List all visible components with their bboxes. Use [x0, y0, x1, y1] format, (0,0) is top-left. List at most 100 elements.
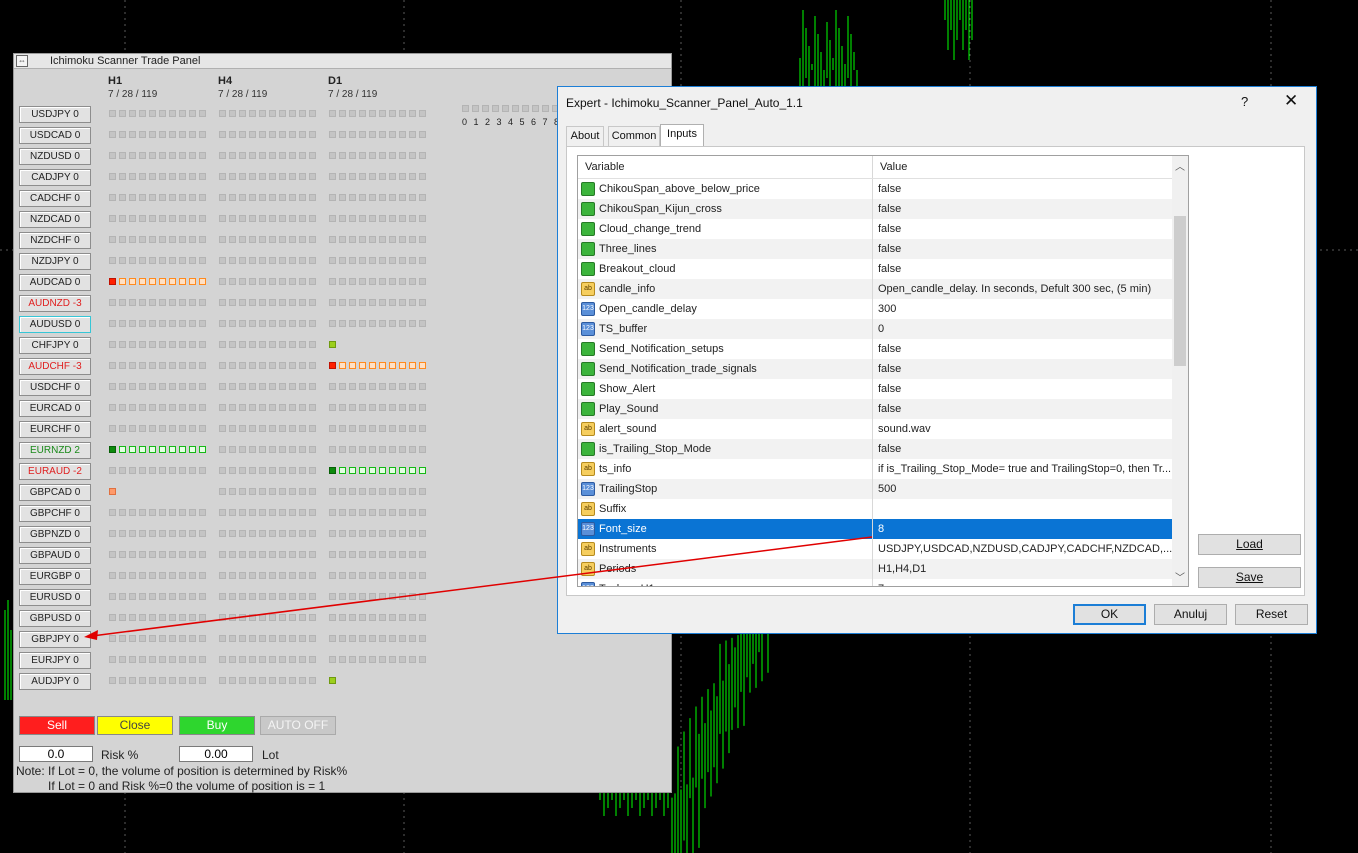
- signal-cell: [109, 299, 116, 306]
- pair-button-audnzd[interactable]: AUDNZD -3: [19, 295, 91, 312]
- close-icon[interactable]: ✕: [1284, 91, 1298, 111]
- pair-button-usdchf[interactable]: USDCHF 0: [19, 379, 91, 396]
- tab-inputs[interactable]: Inputs: [660, 124, 704, 147]
- scroll-down-icon[interactable]: ﹀: [1175, 569, 1185, 584]
- pair-button-eurgbp[interactable]: EURGBP 0: [19, 568, 91, 585]
- pair-button-gbpnzd[interactable]: GBPNZD 0: [19, 526, 91, 543]
- pair-button-gbpchf[interactable]: GBPCHF 0: [19, 505, 91, 522]
- pair-button-eurcad[interactable]: EURCAD 0: [19, 400, 91, 417]
- reset-button[interactable]: Reset: [1235, 604, 1308, 625]
- cancel-button[interactable]: Anuluj: [1154, 604, 1227, 625]
- pair-button-eurjpy[interactable]: EURJPY 0: [19, 652, 91, 669]
- input-row-send-notification-setups[interactable]: Send_Notification_setups false: [578, 339, 1172, 359]
- input-row-show-alert[interactable]: Show_Alert false: [578, 379, 1172, 399]
- number-icon: 123: [581, 522, 595, 536]
- input-row-instruments[interactable]: ab Instruments USDJPY,USDCAD,NZDUSD,CADJPY…: [578, 539, 1172, 559]
- variable-value[interactable]: 7: [878, 583, 884, 586]
- risk-input[interactable]: 0.0: [19, 746, 93, 762]
- pair-button-cadchf[interactable]: CADCHF 0: [19, 190, 91, 207]
- pair-button-chfjpy[interactable]: CHFJPY 0: [19, 337, 91, 354]
- pair-button-cadjpy[interactable]: CADJPY 0: [19, 169, 91, 186]
- pair-button-eurnzd[interactable]: EURNZD 2: [19, 442, 91, 459]
- input-row-trailingstop[interactable]: 123 TrailingStop 500: [578, 479, 1172, 499]
- pair-button-usdjpy[interactable]: USDJPY 0: [19, 106, 91, 123]
- pair-button-audjpy[interactable]: AUDJPY 0: [19, 673, 91, 690]
- variable-value[interactable]: USDJPY,USDCAD,NZDUSD,CADJPY,CADCHF,NZDCA…: [878, 543, 1172, 555]
- close-button[interactable]: Close: [97, 716, 173, 735]
- variable-value[interactable]: sound.wav: [878, 423, 931, 435]
- input-row-breakout-cloud[interactable]: Breakout_cloud false: [578, 259, 1172, 279]
- pair-button-gbpaud[interactable]: GBPAUD 0: [19, 547, 91, 564]
- variable-value[interactable]: false: [878, 443, 901, 455]
- scrollbar-thumb[interactable]: [1174, 216, 1186, 366]
- input-row-periods[interactable]: ab Periods H1,H4,D1: [578, 559, 1172, 579]
- input-row-is-trailing-stop-mode[interactable]: is_Trailing_Stop_Mode false: [578, 439, 1172, 459]
- input-row-chikouspan-above-below-price[interactable]: ChikouSpan_above_below_price false: [578, 179, 1172, 199]
- pair-button-gbpcad[interactable]: GBPCAD 0: [19, 484, 91, 501]
- variable-value[interactable]: 300: [878, 303, 896, 315]
- pair-button-nzdusd[interactable]: NZDUSD 0: [19, 148, 91, 165]
- signal-cell: [219, 320, 226, 327]
- variable-value[interactable]: 500: [878, 483, 896, 495]
- lot-input[interactable]: 0.00: [179, 746, 253, 762]
- variable-value[interactable]: false: [878, 263, 901, 275]
- input-row-tenkan-h1[interactable]: 123 Tenkan_H1 7: [578, 579, 1172, 586]
- variable-value[interactable]: false: [878, 203, 901, 215]
- variable-value[interactable]: false: [878, 363, 901, 375]
- variable-value[interactable]: if is_Trailing_Stop_Mode= true and Trail…: [878, 463, 1171, 475]
- load-button[interactable]: Load: [1198, 534, 1301, 555]
- input-row-candle-info[interactable]: ab candle_info Open_candle_delay. In seco…: [578, 279, 1172, 299]
- signal-row-h4: [219, 152, 319, 160]
- pair-button-gbpusd[interactable]: GBPUSD 0: [19, 610, 91, 627]
- signal-cell: [269, 110, 276, 117]
- input-row-send-notification-trade-signals[interactable]: Send_Notification_trade_signals false: [578, 359, 1172, 379]
- pair-button-usdcad[interactable]: USDCAD 0: [19, 127, 91, 144]
- buy-button[interactable]: Buy: [179, 716, 255, 735]
- variable-value[interactable]: 8: [878, 523, 884, 535]
- grid-scrollbar[interactable]: ︿ ﹀: [1172, 156, 1188, 586]
- sell-button[interactable]: Sell: [19, 716, 95, 735]
- input-row-suffix[interactable]: ab Suffix: [578, 499, 1172, 519]
- variable-value[interactable]: false: [878, 223, 901, 235]
- pair-button-eurchf[interactable]: EURCHF 0: [19, 421, 91, 438]
- panel-title-bar[interactable]: ⇔ Ichimoku Scanner Trade Panel: [14, 54, 671, 69]
- tab-common[interactable]: Common: [608, 126, 660, 146]
- pair-button-gbpjpy[interactable]: GBPJPY 0: [19, 631, 91, 648]
- variable-column-header[interactable]: Variable: [585, 161, 625, 173]
- input-row-ts-buffer[interactable]: 123 TS_buffer 0: [578, 319, 1172, 339]
- pair-button-nzdchf[interactable]: NZDCHF 0: [19, 232, 91, 249]
- variable-value[interactable]: false: [878, 343, 901, 355]
- variable-value[interactable]: H1,H4,D1: [878, 563, 926, 575]
- scroll-up-icon[interactable]: ︿: [1175, 158, 1185, 173]
- panel-menu-icon[interactable]: ⇔: [16, 55, 28, 67]
- input-row-play-sound[interactable]: Play_Sound false: [578, 399, 1172, 419]
- pair-button-eurusd[interactable]: EURUSD 0: [19, 589, 91, 606]
- signal-cell: [339, 173, 346, 180]
- variable-value[interactable]: false: [878, 403, 901, 415]
- save-button[interactable]: Save: [1198, 567, 1301, 588]
- pair-button-audchf[interactable]: AUDCHF -3: [19, 358, 91, 375]
- input-row-chikouspan-kijun-cross[interactable]: ChikouSpan_Kijun_cross false: [578, 199, 1172, 219]
- signal-cell: [259, 257, 266, 264]
- variable-value[interactable]: false: [878, 243, 901, 255]
- input-row-font-size[interactable]: 123 Font_size 8: [578, 519, 1172, 539]
- variable-value[interactable]: 0: [878, 323, 884, 335]
- variable-value[interactable]: false: [878, 183, 901, 195]
- variable-value[interactable]: false: [878, 383, 901, 395]
- ok-button[interactable]: OK: [1073, 604, 1146, 625]
- pair-button-nzdcad[interactable]: NZDCAD 0: [19, 211, 91, 228]
- input-row-ts-info[interactable]: ab ts_info if is_Trailing_Stop_Mode= true…: [578, 459, 1172, 479]
- pair-button-euraud[interactable]: EURAUD -2: [19, 463, 91, 480]
- value-column-header[interactable]: Value: [880, 161, 907, 173]
- variable-value[interactable]: Open_candle_delay. In seconds, Defult 30…: [878, 283, 1151, 295]
- pair-button-audcad[interactable]: AUDCAD 0: [19, 274, 91, 291]
- input-row-open-candle-delay[interactable]: 123 Open_candle_delay 300: [578, 299, 1172, 319]
- pair-button-nzdjpy[interactable]: NZDJPY 0: [19, 253, 91, 270]
- tab-about[interactable]: About: [566, 126, 604, 146]
- help-icon[interactable]: ?: [1241, 94, 1248, 109]
- pair-button-audusd[interactable]: AUDUSD 0: [19, 316, 91, 333]
- input-row-three-lines[interactable]: Three_lines false: [578, 239, 1172, 259]
- input-row-cloud-change-trend[interactable]: Cloud_change_trend false: [578, 219, 1172, 239]
- auto-trade-toggle[interactable]: AUTO OFF: [260, 716, 336, 735]
- input-row-alert-sound[interactable]: ab alert_sound sound.wav: [578, 419, 1172, 439]
